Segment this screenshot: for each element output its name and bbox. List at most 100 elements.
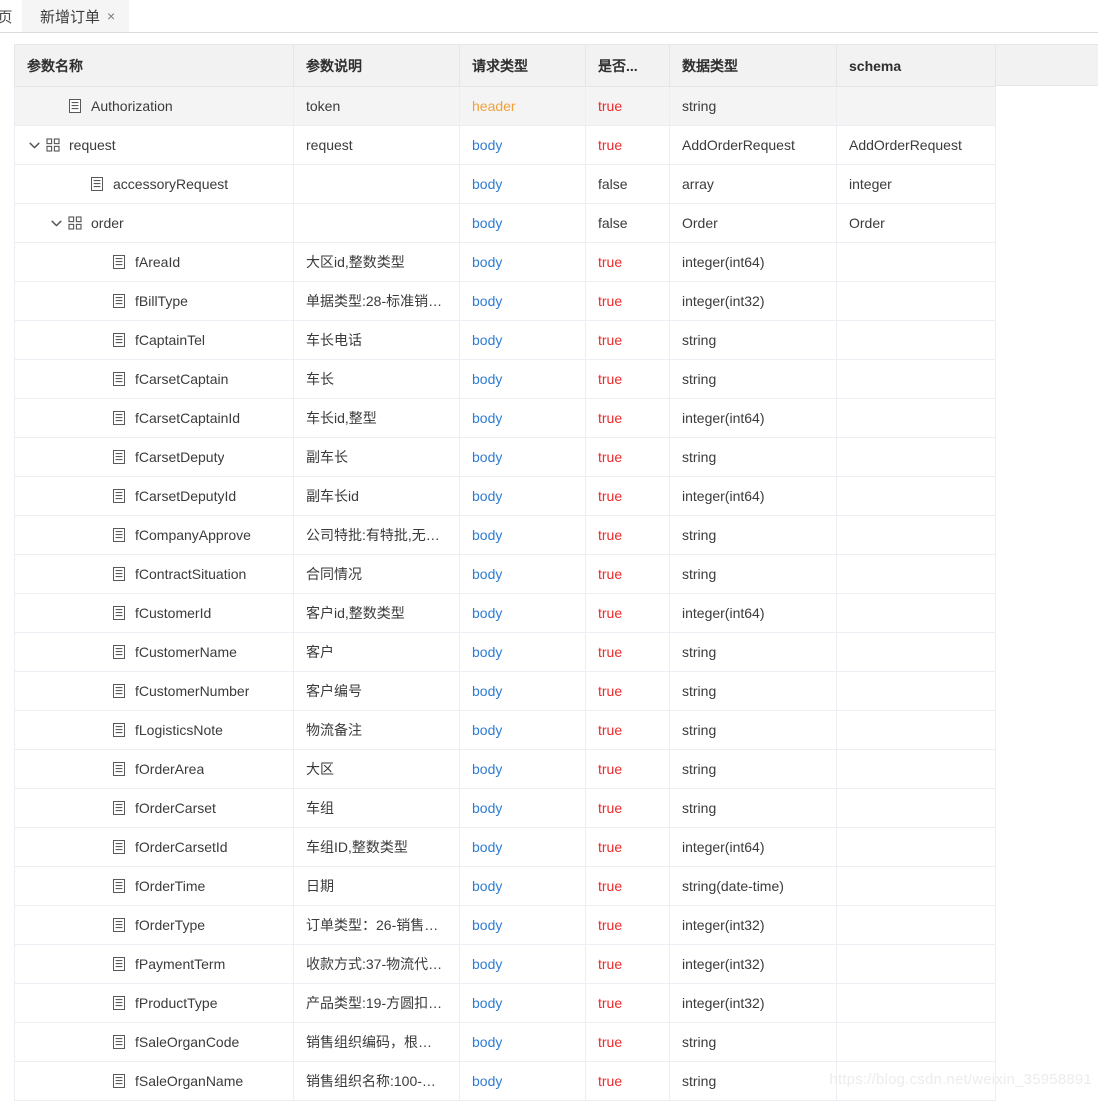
cell-param-desc-text: 副车长id <box>306 488 359 504</box>
cell-data-type: integer(int32) <box>669 905 837 945</box>
table-row[interactable]: request request body true AddOrderRequest Add… <box>14 125 996 165</box>
column-header-data-type[interactable]: 数据类型 <box>669 44 837 87</box>
cell-data-type: string <box>669 1022 837 1062</box>
param-name-label: fOrderType <box>135 917 206 933</box>
param-name-label: fCustomerName <box>135 644 237 660</box>
cell-schema <box>836 671 996 711</box>
param-name-label: fPaymentTerm <box>135 956 226 972</box>
cell-param-desc-text: 客户 <box>306 644 334 660</box>
param-name-label: fAreaId <box>135 254 181 270</box>
cell-data-type-text: integer(int32) <box>682 293 765 309</box>
table-row[interactable]: fPaymentTerm 收款方式:37-物流代… body true integer(… <box>14 944 996 984</box>
cell-request-type-text: body <box>472 293 503 309</box>
table-row[interactable]: fOrderType 订单类型：26-销售… body true integer(int… <box>14 905 996 945</box>
cell-schema <box>836 1022 996 1062</box>
table-row[interactable]: fCustomerName 客户 body true string <box>14 632 996 672</box>
cell-request-type: body <box>459 320 586 360</box>
table-row[interactable]: fOrderCarsetId 车组ID,整数类型 body true integer(i… <box>14 827 996 867</box>
cell-data-type-text: string <box>682 527 717 543</box>
cell-data-type-text: integer(int32) <box>682 995 765 1011</box>
cell-required: false <box>585 164 670 204</box>
table-row[interactable]: fProductType 产品类型:19-方圆扣… body true integer(… <box>14 983 996 1023</box>
cell-schema <box>836 827 996 867</box>
param-name-label: fCustomerId <box>135 605 212 621</box>
table-row[interactable]: fOrderTime 日期 body true string(date-time) <box>14 866 996 906</box>
cell-schema <box>836 944 996 984</box>
table-row[interactable]: fCaptainTel 车长电话 body true string <box>14 320 996 360</box>
tab-new-order[interactable]: 新增订单 × <box>22 0 130 32</box>
cell-required: true <box>585 125 670 165</box>
table-row[interactable]: fSaleOrganName 销售组织名称:100-… body true string <box>14 1061 996 1101</box>
file-icon <box>111 528 126 543</box>
tree-node: fCustomerName <box>27 634 281 671</box>
cell-required-text: true <box>598 839 623 855</box>
table-row[interactable]: accessoryRequest body false array integer <box>14 164 996 204</box>
cell-param-name: fSaleOrganCode <box>14 1022 294 1062</box>
chevron-down-icon[interactable] <box>49 216 64 231</box>
column-header-schema[interactable]: schema <box>836 44 996 87</box>
cell-param-name: fOrderCarsetId <box>14 827 294 867</box>
cell-param-desc: 客户id,整数类型 <box>293 593 460 633</box>
table-row[interactable]: fBillType 单据类型:28-标准销… body true integer(int… <box>14 281 996 321</box>
cell-request-type-text: body <box>472 176 503 192</box>
column-header-param-desc[interactable]: 参数说明 <box>293 44 460 87</box>
tab-home[interactable]: 页 <box>0 0 16 32</box>
table-row[interactable]: fCarsetCaptain 车长 body true string <box>14 359 996 399</box>
tree-node: fCustomerId <box>27 595 281 632</box>
param-name-label: Authorization <box>91 98 173 114</box>
file-icon <box>111 645 126 660</box>
table-row[interactable]: fContractSituation 合同情况 body true string <box>14 554 996 594</box>
cell-required-text: true <box>598 917 623 933</box>
table-row[interactable]: fCustomerId 客户id,整数类型 body true integer(int6… <box>14 593 996 633</box>
cell-request-type-text: body <box>472 605 503 621</box>
cell-request-type: body <box>459 164 586 204</box>
cell-required: true <box>585 437 670 477</box>
close-icon[interactable]: × <box>107 9 115 23</box>
table-row[interactable]: fCarsetDeputyId 副车长id body true integer(int6… <box>14 476 996 516</box>
file-icon <box>89 177 104 192</box>
table-row[interactable]: fCarsetDeputy 副车长 body true string <box>14 437 996 477</box>
column-header-required[interactable]: 是否... <box>585 44 670 87</box>
cell-param-desc: 合同情况 <box>293 554 460 594</box>
table-row[interactable]: fOrderCarset 车组 body true string <box>14 788 996 828</box>
tree-node: accessoryRequest <box>27 166 281 203</box>
cell-param-name: fAreaId <box>14 242 294 282</box>
param-name-label: fOrderCarset <box>135 800 216 816</box>
table-row[interactable]: fCarsetCaptainId 车长id,整型 body true integer(i… <box>14 398 996 438</box>
cell-param-desc-text: 日期 <box>306 878 334 894</box>
column-header-request-type[interactable]: 请求类型 <box>459 44 586 87</box>
cell-required-text: true <box>598 137 623 153</box>
cell-param-desc-text: 物流备注 <box>306 722 362 738</box>
table-row[interactable]: order body false Order Order <box>14 203 996 243</box>
tree-node: Authorization <box>27 88 281 125</box>
file-icon <box>111 1074 126 1089</box>
cell-schema <box>836 593 996 633</box>
cell-data-type: Order <box>669 203 837 243</box>
cell-request-type: body <box>459 788 586 828</box>
chevron-down-icon[interactable] <box>27 138 42 153</box>
cell-param-desc-text: 车组ID,整数类型 <box>306 839 408 855</box>
table-row[interactable]: Authorization token header true string <box>14 86 996 126</box>
param-name-label: fCarsetCaptain <box>135 371 229 387</box>
table-row[interactable]: fAreaId 大区id,整数类型 body true integer(int64) <box>14 242 996 282</box>
table-row[interactable]: fOrderArea 大区 body true string <box>14 749 996 789</box>
cell-required: true <box>585 749 670 789</box>
cell-param-desc-text: 产品类型:19-方圆扣… <box>306 995 443 1011</box>
cell-data-type-text: integer(int64) <box>682 488 765 504</box>
cell-data-type: integer(int64) <box>669 476 837 516</box>
table-row[interactable]: fLogisticsNote 物流备注 body true string <box>14 710 996 750</box>
file-icon <box>111 567 126 582</box>
cell-param-name: fCaptainTel <box>14 320 294 360</box>
cell-param-desc-text: 合同情况 <box>306 566 362 582</box>
grid-icon <box>67 216 82 231</box>
table-row[interactable]: fCompanyApprove 公司特批:有特批,无… body true string <box>14 515 996 555</box>
cell-request-type: body <box>459 671 586 711</box>
tree-node: fProductType <box>27 985 281 1022</box>
table-row[interactable]: fSaleOrganCode 销售组织编码，根… body true string <box>14 1022 996 1062</box>
cell-required: true <box>585 554 670 594</box>
column-header-param-name[interactable]: 参数名称 <box>14 44 294 87</box>
cell-required: true <box>585 827 670 867</box>
cell-param-desc: token <box>293 86 460 126</box>
cell-required-text: true <box>598 449 623 465</box>
table-row[interactable]: fCustomerNumber 客户编号 body true string <box>14 671 996 711</box>
